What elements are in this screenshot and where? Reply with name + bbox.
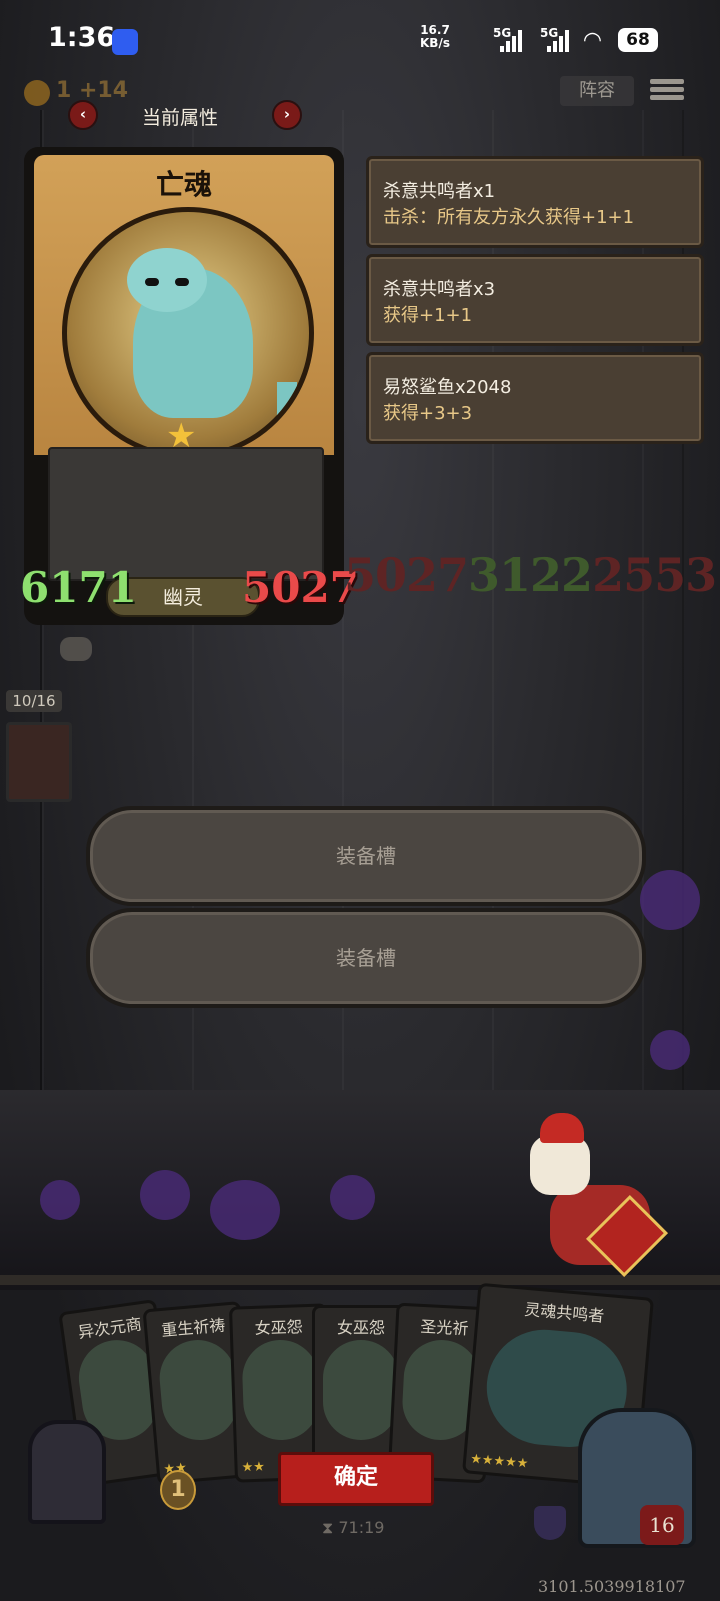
- effect-title: 杀意共鸣者x1: [383, 181, 496, 202]
- horse-hat: [540, 1113, 584, 1143]
- health-value: 5027: [242, 563, 359, 612]
- hand-card-stars: ★★★★★: [469, 1451, 529, 1472]
- unit-counter: 10/16: [6, 690, 62, 712]
- clock: 1:36: [48, 22, 116, 53]
- battery-indicator: 68: [618, 28, 658, 52]
- network-speed: 16.7 KB/s: [420, 24, 450, 50]
- signal-icon-1: [500, 30, 526, 52]
- hand-card-stars: ★★: [241, 1459, 266, 1476]
- attack-value: 6171: [20, 563, 137, 612]
- effect-description: 击杀：所有友方永久获得+1+1: [383, 207, 635, 228]
- effect-entry: 易怒鲨鱼x2048 获得+3+3: [366, 352, 704, 444]
- timer: ⧗ 71:19: [322, 1518, 385, 1537]
- chat-icon[interactable]: [60, 637, 92, 661]
- equipment-slot-1[interactable]: 装备槽: [86, 806, 646, 906]
- horse-head: [530, 1135, 590, 1195]
- ghost-eye: [175, 278, 189, 286]
- hand-card-art: [156, 1336, 241, 1444]
- hand-card-art: [323, 1340, 399, 1440]
- lineup-button[interactable]: 阵容: [560, 76, 634, 106]
- board-stat: 3122: [468, 548, 593, 602]
- board-stat: 2553: [592, 548, 717, 602]
- unit-card[interactable]: 亡魂 ★ 幽灵 6171 5027: [20, 147, 359, 625]
- gold-badge: 1: [160, 1470, 196, 1510]
- rose-decoration: [40, 1180, 80, 1220]
- menu-button[interactable]: [650, 76, 684, 106]
- rose-decoration: [640, 870, 700, 930]
- status-bar: 1:36 16.7 KB/s 5G 5G ◠ 68: [0, 0, 720, 80]
- coin-icon: [24, 80, 50, 106]
- shield-icon: [534, 1506, 566, 1540]
- hand-card-art: [241, 1338, 321, 1442]
- next-attribute-button[interactable]: ›: [272, 100, 302, 130]
- card-description-box: [48, 447, 324, 581]
- effect-title: 易怒鲨鱼x2048: [383, 377, 512, 398]
- rose-decoration: [210, 1180, 280, 1240]
- effect-title: 杀意共鸣者x3: [383, 279, 496, 300]
- ghost-eye: [145, 278, 159, 286]
- player-portrait[interactable]: [28, 1420, 106, 1524]
- equipment-slot-2[interactable]: 装备槽: [86, 908, 646, 1008]
- coin-count: 1 +14: [56, 78, 129, 103]
- prev-attribute-button[interactable]: ‹: [68, 100, 98, 130]
- network-speed-unit: KB/s: [420, 36, 450, 50]
- timer-value: 71:19: [338, 1518, 385, 1537]
- hand-card-name: 女巫怨: [336, 1318, 385, 1337]
- hand-card-name: 重生祈祷: [160, 1315, 226, 1341]
- board-unit-stats: 502731222553: [344, 548, 717, 602]
- rose-decoration: [330, 1175, 375, 1220]
- horse-mascot: [530, 1113, 670, 1285]
- attributes-title: 当前属性: [141, 107, 218, 129]
- ghost-head: [127, 248, 207, 312]
- score-value: 3101.5039918107: [538, 1577, 686, 1596]
- card-name: 亡魂: [155, 168, 212, 201]
- board-stat: 5027: [344, 548, 469, 602]
- confirm-button[interactable]: 确定: [278, 1452, 434, 1506]
- app-notification-icon: [112, 29, 138, 55]
- effect-description: 获得+3+3: [383, 403, 473, 424]
- effect-entry: 杀意共鸣者x1 击杀：所有友方永久获得+1+1: [366, 156, 704, 248]
- hand-card-name: 灵魂共鸣者: [523, 1299, 606, 1326]
- wifi-icon: ◠: [584, 28, 601, 53]
- effect-entry: 杀意共鸣者x3 获得+1+1: [366, 254, 704, 346]
- rose-decoration: [650, 1030, 690, 1070]
- effect-description: 获得+1+1: [383, 305, 473, 326]
- menu-icon: [650, 79, 684, 84]
- signal-icon-2: [547, 30, 573, 52]
- hero-level: 16: [640, 1505, 684, 1545]
- rose-decoration: [140, 1170, 190, 1220]
- side-mini-card[interactable]: [6, 722, 72, 802]
